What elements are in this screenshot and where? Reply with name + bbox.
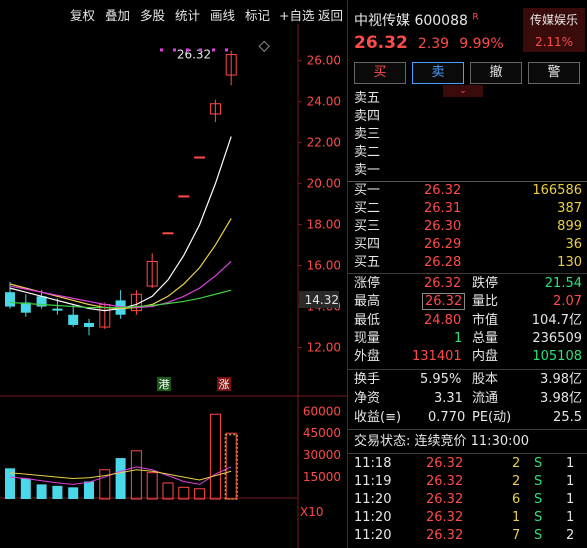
candle-body	[178, 195, 190, 198]
back-button[interactable]: 返回	[318, 5, 343, 24]
bid-row: 买二 26.31 387	[354, 201, 582, 216]
tick-row: 11:18 26.32 2 S 1	[354, 456, 575, 471]
mark-button[interactable]: 标记	[245, 5, 270, 24]
ask-row: 卖五	[354, 91, 381, 106]
candle-body	[194, 156, 206, 159]
stat-row: 换手 5.95% 股本 3.98亿	[354, 372, 582, 387]
price-change: 2.39	[417, 36, 450, 52]
hk-connect-badge-label: 港	[159, 378, 170, 391]
volume-bar	[146, 472, 158, 500]
moving-average-line	[9, 136, 232, 312]
stat-row: 现量 1 总量 236509	[354, 331, 582, 346]
cancel-order-button[interactable]: 撤	[470, 62, 522, 84]
multi-stock-button[interactable]: 多股	[140, 5, 165, 24]
volume-bar	[194, 488, 206, 500]
limit-dot	[212, 48, 215, 52]
stat-row: 外盘 131401 内盘 105108	[354, 349, 582, 364]
volume-bar	[209, 413, 221, 500]
bid-row: 买四 26.29 36	[354, 237, 582, 252]
limit-up-badge-label: 涨	[219, 378, 230, 391]
stat-row: 最高 26.32 量比 2.07	[354, 293, 582, 310]
high-value: 26.32	[422, 293, 466, 310]
limit-dot	[199, 48, 202, 52]
price-change-pct: 9.99%	[459, 36, 504, 52]
limit-dot	[186, 48, 189, 52]
ask-row: 卖三	[354, 127, 381, 142]
tick-row: 11:20 26.32 1 S 1	[354, 510, 575, 525]
limit-dot	[160, 48, 163, 52]
volume-bar	[178, 486, 190, 500]
last-price-label: 26.32	[177, 48, 211, 62]
candle-body	[68, 314, 79, 325]
tick-row: 11:19 26.32 2 S 1	[354, 474, 575, 489]
limit-up-value: 26.32	[424, 276, 462, 291]
bid-row: 买一 26.32 166586	[354, 183, 582, 198]
stat-row: 收益(≡) 0.770 PE(动) 25.5	[354, 410, 582, 425]
price-axis-label: 18.00	[307, 218, 341, 232]
volume-axis-label: 15000	[303, 470, 341, 484]
volume-bar	[68, 487, 79, 499]
alert-button[interactable]: 警	[528, 62, 580, 84]
sell-button[interactable]: 卖	[412, 62, 464, 84]
sector-name: 传媒娱乐	[529, 13, 578, 27]
ask-row: 卖四	[354, 109, 381, 124]
price-axis-label: 12.00	[307, 341, 341, 355]
volume-bar	[99, 469, 111, 500]
volume-bar	[84, 481, 94, 499]
stock-code: 600088	[414, 13, 468, 29]
diamond-marker-icon	[258, 40, 270, 53]
candle-body	[5, 292, 15, 307]
tick-row: 11:20 26.32 7 S 2	[354, 528, 575, 543]
draw-line-button[interactable]: 画线	[210, 5, 235, 24]
volume-bar	[36, 484, 47, 499]
price-axis-label: 24.00	[307, 95, 341, 109]
price-axis-label: 26.00	[307, 54, 341, 68]
sector-badge[interactable]: 传媒娱乐 2.11%	[523, 8, 585, 52]
candle-body	[52, 308, 63, 311]
candle-body	[84, 322, 94, 328]
volume-bar	[52, 485, 63, 499]
restore-rights-button[interactable]: 复权	[70, 5, 95, 24]
sector-pct: 2.11%	[534, 35, 574, 49]
volume-bar	[115, 458, 126, 499]
tick-row: 11:20 26.32 6 S 1	[354, 492, 575, 507]
volume-bar	[20, 478, 31, 499]
limit-dot	[173, 48, 176, 52]
volume-axis-label: 45000	[303, 426, 341, 440]
limit-down-value: 21.54	[544, 276, 582, 291]
overlay-button[interactable]: 叠加	[105, 5, 130, 24]
stat-row: 净资 3.31 流通 3.98亿	[354, 391, 582, 406]
bid-row: 买三 26.30 899	[354, 219, 582, 234]
chart-toolbar: 复权 叠加 多股 统计 画线 标记 +自选 返回	[0, 0, 347, 24]
volume-unit-label: X10	[300, 505, 324, 519]
quote-panel: 中视传媒 600088 R 传媒娱乐 2.11% 26.32 2.39 9.99…	[347, 0, 587, 548]
bid-row: 买五 26.28 130	[354, 255, 582, 270]
current-price-tag-label: 14.32	[305, 293, 339, 307]
buy-button[interactable]: 买	[354, 62, 406, 84]
volume-bar	[225, 432, 237, 500]
limit-dot	[225, 48, 228, 52]
price-axis-label: 16.00	[307, 259, 341, 273]
add-watchlist-button[interactable]: +自选	[279, 5, 314, 24]
volume-bar	[162, 482, 174, 500]
volume-bar	[130, 450, 142, 500]
trade-status: 交易状态: 连续竞价 11:30:00	[354, 434, 530, 449]
volume-axis-label: 30000	[303, 448, 341, 462]
kline-chart[interactable]: 26.32 港 涨 26.00 24.00 22.00 20.00 18.00 16.00 14…	[0, 24, 347, 548]
price-axis-label: 20.00	[307, 177, 341, 191]
stat-row: 涨停 26.32 跌停 21.54	[354, 276, 582, 291]
price-axis-label: 22.00	[307, 136, 341, 150]
stock-name: 中视传媒	[354, 13, 410, 29]
ask-row: 卖一	[354, 163, 381, 178]
current-price: 26.32	[354, 33, 408, 53]
stat-row: 最低 24.80 市值 104.7亿	[354, 313, 582, 328]
statistics-button[interactable]: 统计	[175, 5, 200, 24]
candle-body	[162, 232, 174, 235]
margin-flag: R	[472, 12, 479, 23]
ask-row: 卖二	[354, 145, 381, 160]
volume-axis-label: 60000	[303, 404, 341, 418]
